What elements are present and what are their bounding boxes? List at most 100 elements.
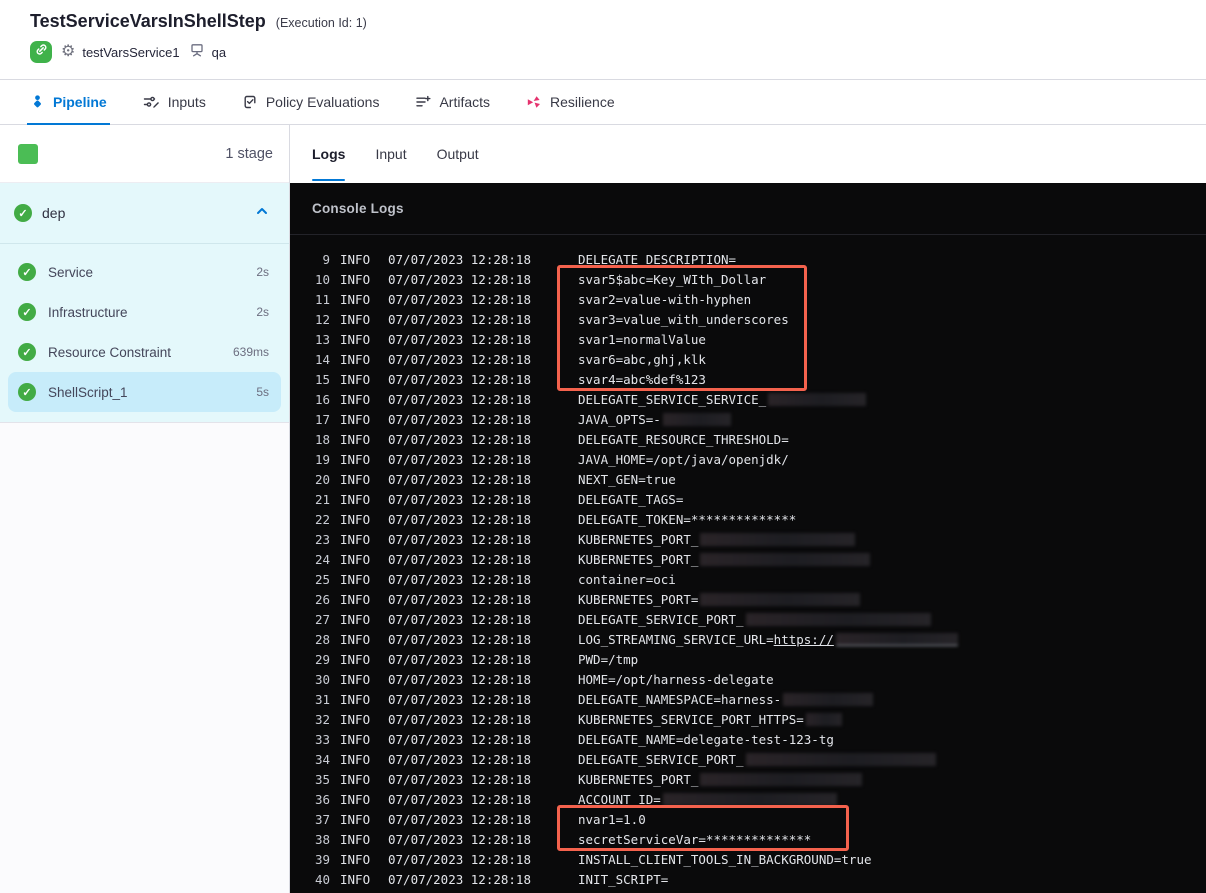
log-message: JAVA_OPTS=- (578, 412, 731, 427)
log-line-number: 14 (314, 351, 330, 367)
tab-resilience[interactable]: Resilience (526, 80, 615, 124)
log-message-text: DELEGATE_RESOURCE_THRESHOLD= (578, 431, 789, 447)
environment-chip[interactable]: qa (189, 42, 226, 63)
log-message-text: svar1=normalValue (578, 331, 706, 347)
log-level: INFO (340, 451, 371, 467)
log-line: 25 INFO 07/07/2023 12:28:18 container=oc… (290, 569, 1206, 589)
log-message: svar2=value-with-hyphen (578, 292, 751, 307)
log-line-number: 29 (314, 651, 330, 667)
title-row: TestServiceVarsInShellStep (Execution Id… (30, 11, 1206, 32)
log-timestamp: 07/07/2023 12:28:18 (388, 551, 531, 567)
log-line: 20 INFO 07/07/2023 12:28:18 NEXT_GEN=tru… (290, 469, 1206, 489)
log-line: 29 INFO 07/07/2023 12:28:18 PWD=/tmp (290, 649, 1206, 669)
log-timestamp: 07/07/2023 12:28:18 (388, 711, 531, 727)
redacted-value (700, 592, 861, 606)
stage-group: ✓ dep ✓ Service 2s ✓ Infrastructure 2s ✓… (0, 183, 289, 422)
stage-summary-card[interactable]: 1 stage (0, 125, 289, 183)
log-line-number: 24 (314, 551, 330, 567)
log-message-link[interactable]: https:// (774, 632, 834, 647)
log-message: DELEGATE_RESOURCE_THRESHOLD= (578, 432, 789, 447)
redacted-value (805, 712, 842, 726)
log-line-number: 28 (314, 631, 330, 647)
tab-inputs[interactable]: Inputs (143, 80, 206, 124)
log-line-number: 31 (314, 691, 330, 707)
log-line-number: 20 (314, 471, 330, 487)
execution-id-label: (Execution Id: 1) (275, 16, 367, 30)
stage-count-label: 1 stage (225, 145, 273, 162)
log-line-number: 32 (314, 711, 330, 727)
tab-output[interactable]: Output (437, 125, 479, 183)
log-message-text: container=oci (578, 571, 676, 587)
log-timestamp: 07/07/2023 12:28:18 (388, 491, 531, 507)
sidebar-step-item-service[interactable]: ✓ Service 2s (8, 252, 281, 292)
log-line: 26 INFO 07/07/2023 12:28:18 KUBERNETES_P… (290, 589, 1206, 609)
log-line: 14 INFO 07/07/2023 12:28:18 svar6=abc,gh… (290, 349, 1206, 369)
log-timestamp: 07/07/2023 12:28:18 (388, 411, 531, 427)
log-level: INFO (340, 491, 371, 507)
log-timestamp: 07/07/2023 12:28:18 (388, 351, 531, 367)
stage-group-header[interactable]: ✓ dep (0, 183, 289, 243)
log-line: 38 INFO 07/07/2023 12:28:18 secretServic… (290, 829, 1206, 849)
console-log-area[interactable]: 9 INFO 07/07/2023 12:28:18 DELEGATE_DESC… (290, 235, 1206, 889)
log-level: INFO (340, 271, 371, 287)
log-message-text: JAVA_HOME=/opt/java/openjdk/ (578, 451, 789, 467)
log-line-number: 18 (314, 431, 330, 447)
log-level: INFO (340, 751, 371, 767)
log-message: KUBERNETES_PORT_ (578, 771, 863, 787)
log-message: KUBERNETES_PORT_ (578, 552, 871, 567)
log-timestamp: 07/07/2023 12:28:18 (388, 831, 531, 847)
log-message-text: KUBERNETES_PORT_ (578, 771, 699, 787)
log-level: INFO (340, 411, 371, 427)
log-line: 17 INFO 07/07/2023 12:28:18 JAVA_OPTS=- (290, 409, 1206, 429)
log-level: INFO (340, 651, 371, 667)
log-message-text: PWD=/tmp (578, 651, 639, 667)
step-duration: 639ms (232, 345, 269, 359)
log-message: DELEGATE_TOKEN=************** (578, 512, 796, 527)
log-line: 33 INFO 07/07/2023 12:28:18 DELEGATE_NAM… (290, 729, 1206, 749)
link-icon (34, 42, 49, 62)
tab-artifacts-label: Artifacts (439, 94, 491, 110)
log-message: svar1=normalValue (578, 332, 706, 347)
service-chip[interactable]: ⚙ testVarsService1 (61, 44, 180, 60)
log-message: svar6=abc,ghj,klk (578, 352, 706, 367)
check-circle-icon: ✓ (18, 303, 36, 321)
log-message-text: KUBERNETES_SERVICE_PORT_HTTPS= (578, 711, 804, 727)
console-header[interactable]: Console Logs (290, 183, 1206, 235)
log-line-number: 26 (314, 591, 330, 607)
execution-body: 1 stage ✓ dep ✓ Service 2s ✓ Infrastruct… (0, 125, 1206, 893)
sidebar-step-item-shellscript-1[interactable]: ✓ ShellScript_1 5s (8, 372, 281, 412)
sidebar-step-item-resource-constraint[interactable]: ✓ Resource Constraint 639ms (8, 332, 281, 372)
log-line-number: 15 (314, 371, 330, 387)
stage-group-name: dep (42, 205, 66, 221)
log-line-number: 17 (314, 411, 330, 427)
redacted-value (662, 412, 731, 426)
log-line-number: 40 (314, 871, 330, 887)
log-level: INFO (340, 351, 371, 367)
log-message-text: DELEGATE_TAGS= (578, 491, 684, 507)
log-message-text: DELEGATE_NAME=delegate-test-123-tg (578, 731, 834, 747)
log-line-number: 16 (314, 391, 330, 407)
tab-input[interactable]: Input (375, 125, 406, 183)
log-line-number: 30 (314, 671, 330, 687)
log-level: INFO (340, 671, 371, 687)
log-message: PWD=/tmp (578, 652, 638, 667)
log-message-text: DELEGATE_DESCRIPTION= (578, 251, 737, 267)
console-title: Console Logs (312, 201, 404, 216)
log-message-text: NEXT_GEN=true (578, 471, 676, 487)
log-message-text: ACCOUNT_ID= (578, 791, 661, 807)
chevron-up-icon[interactable] (255, 204, 269, 223)
tab-pipeline[interactable]: Pipeline (27, 80, 110, 125)
log-line: 11 INFO 07/07/2023 12:28:18 svar2=value-… (290, 289, 1206, 309)
tab-policy-evaluations[interactable]: Policy Evaluations (242, 80, 379, 124)
check-circle-icon: ✓ (18, 263, 36, 281)
execution-header: TestServiceVarsInShellStep (Execution Id… (0, 0, 1206, 80)
sidebar-step-item-infrastructure[interactable]: ✓ Infrastructure 2s (8, 292, 281, 332)
tab-artifacts[interactable]: Artifacts (415, 80, 490, 124)
log-line: 31 INFO 07/07/2023 12:28:18 DELEGATE_NAM… (290, 689, 1206, 709)
log-level: INFO (340, 471, 371, 487)
log-level: INFO (340, 371, 371, 387)
log-message: DELEGATE_NAME=delegate-test-123-tg (578, 732, 834, 747)
log-level: INFO (340, 531, 371, 547)
log-timestamp: 07/07/2023 12:28:18 (388, 651, 531, 667)
tab-logs[interactable]: Logs (312, 125, 346, 183)
